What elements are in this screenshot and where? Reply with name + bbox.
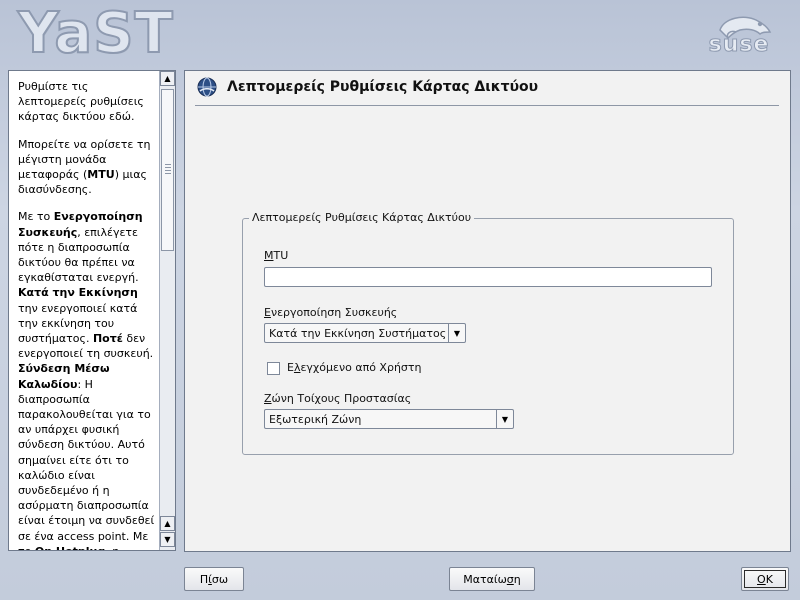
help-text: Ρυθμίστε τις λεπτομερείς ρυθμίσεις κάρτα… bbox=[9, 71, 161, 550]
chevron-down-icon[interactable]: ▼ bbox=[448, 324, 465, 342]
help-paragraph: Με το Ενεργοποίηση Συσκευής, επιλέγετε π… bbox=[18, 209, 157, 550]
help-bold-text: MTU bbox=[87, 168, 115, 182]
grip-icon bbox=[165, 164, 171, 176]
user-controlled-checkbox[interactable] bbox=[267, 362, 280, 375]
mtu-input[interactable] bbox=[264, 267, 712, 287]
arrow-up-icon: ▲ bbox=[164, 74, 171, 83]
page-title: Λεπτομερείς Ρυθμίσεις Κάρτας Δικτύου bbox=[227, 79, 539, 95]
chevron-down-icon[interactable]: ▼ bbox=[496, 410, 513, 428]
firewall-zone-select[interactable]: Εξωτερική Ζώνη ▼ bbox=[264, 409, 514, 429]
suse-logo-text: suse bbox=[708, 32, 770, 58]
scroll-thumb[interactable] bbox=[161, 89, 174, 251]
scroll-down-button[interactable]: ▼ bbox=[160, 532, 175, 547]
help-text-run: , η bbox=[105, 545, 119, 550]
header-divider bbox=[195, 105, 779, 106]
abort-button[interactable]: Ματαίω σ η bbox=[449, 567, 535, 591]
back-button[interactable]: Πί σω bbox=[184, 567, 244, 591]
firewall-zone-select-value: Εξωτερική Ζώνη bbox=[269, 413, 362, 426]
help-text-run: Με το bbox=[18, 210, 54, 224]
yast-logo: YaST bbox=[17, 1, 174, 66]
network-globe-icon bbox=[197, 77, 217, 97]
help-bold-text: On Hotplug bbox=[35, 545, 105, 550]
activation-label: Ενεργοποίηση Συσκευής bbox=[264, 306, 398, 319]
activation-select-value: Κατά την Εκκίνηση Συστήματος bbox=[269, 327, 447, 340]
dialog-header: Λεπτομερείς Ρυθμίσεις Κάρτας Δικτύου bbox=[195, 77, 780, 101]
main-pane: Λεπτομερείς Ρυθμίσεις Κάρτας Δικτύου Λεπ… bbox=[184, 70, 791, 552]
help-bold-text: Σύνδεση Μέσω Καλωδίου bbox=[18, 362, 110, 391]
firewall-zone-label: Ζώνη Τοίχους Προστασίας bbox=[264, 392, 412, 405]
scroll-up-button-lower[interactable]: ▲ bbox=[160, 516, 175, 531]
mtu-label: MTU bbox=[264, 249, 289, 262]
user-controlled-label[interactable]: Ελεγχόμενο από Χρήστη bbox=[287, 361, 421, 374]
help-scrollbar[interactable]: ▲ ▲ ▼ bbox=[159, 71, 175, 550]
banner: YaST suse bbox=[0, 0, 800, 68]
scroll-up-button[interactable]: ▲ bbox=[160, 71, 175, 86]
help-text-run: : Η διαπροσωπία παρακολουθείται για το α… bbox=[18, 377, 155, 550]
help-paragraph: Μπορείτε να ορίσετε τη μέγιστη μονάδα με… bbox=[18, 137, 157, 198]
arrow-down-icon: ▼ bbox=[164, 535, 171, 544]
arrow-up-icon: ▲ bbox=[164, 519, 171, 528]
help-text-run: Ρυθμίστε τις λεπτομερείς ρυθμίσεις κάρτα… bbox=[18, 80, 144, 124]
group-title: Λεπτομερείς Ρυθμίσεις Κάρτας Δικτύου bbox=[249, 211, 475, 224]
help-paragraph: Ρυθμίστε τις λεπτομερείς ρυθμίσεις κάρτα… bbox=[18, 79, 157, 125]
ok-button[interactable]: OK bbox=[741, 567, 789, 591]
settings-group: Λεπτομερείς Ρυθμίσεις Κάρτας Δικτύου MTU… bbox=[242, 211, 734, 455]
help-bold-text: Ποτέ bbox=[92, 332, 123, 346]
activation-select[interactable]: Κατά την Εκκίνηση Συστήματος ▼ bbox=[264, 323, 466, 343]
help-pane: Ρυθμίστε τις λεπτομερείς ρυθμίσεις κάρτα… bbox=[8, 70, 176, 551]
help-bold-text: Κατά την Εκκίνηση bbox=[18, 286, 138, 300]
